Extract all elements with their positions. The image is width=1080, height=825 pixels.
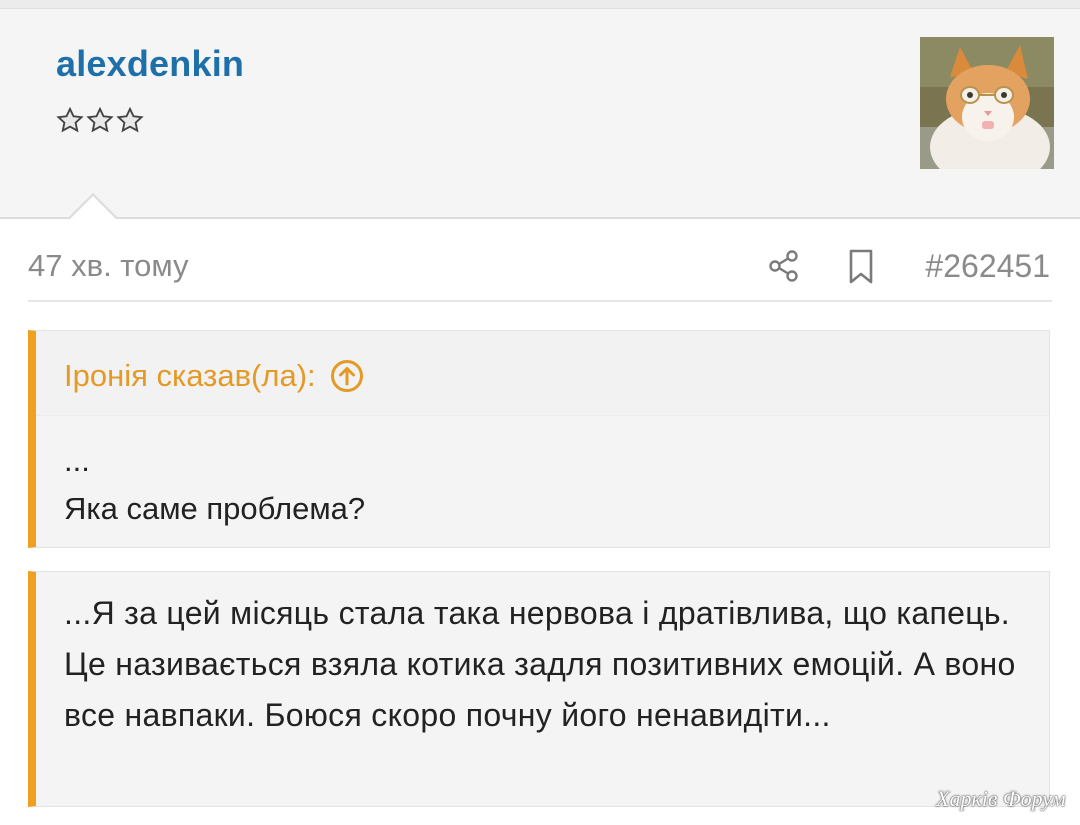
message-block: ...Я за цей місяць стала така нервова і … xyxy=(28,571,1050,807)
post-meta-row: 47 хв. тому #262451 xyxy=(28,238,1052,302)
bookmark-icon xyxy=(849,249,873,284)
post-number-link[interactable]: #262451 xyxy=(925,248,1050,285)
star-icon xyxy=(116,107,144,133)
user-rank-stars xyxy=(56,107,144,133)
header-pointer-fill xyxy=(69,196,117,220)
top-bar xyxy=(0,0,1080,9)
arrow-up-circle-icon[interactable] xyxy=(330,359,364,393)
share-button[interactable] xyxy=(766,248,802,284)
username-link[interactable]: alexdenkin xyxy=(56,43,244,85)
message-text: ...Я за цей місяць стала така нервова і … xyxy=(64,595,1016,733)
star-icon xyxy=(56,107,84,133)
cat-avatar-image xyxy=(920,37,1054,169)
post-timestamp[interactable]: 47 хв. тому xyxy=(28,248,189,284)
quote-text: ... Яка саме проблема? xyxy=(64,437,365,533)
quote-author-link[interactable]: Іронія сказав(ла): xyxy=(64,358,364,394)
forum-watermark: Харків Форум xyxy=(936,786,1066,811)
star-icon xyxy=(86,107,114,133)
quote-block: Іронія сказав(ла): ... Яка саме проблема… xyxy=(28,330,1050,548)
bookmark-button[interactable] xyxy=(846,248,876,286)
avatar[interactable] xyxy=(920,37,1054,169)
post-user-header: alexdenkin xyxy=(0,9,1080,219)
quote-line: ... xyxy=(64,443,90,478)
quote-header: Іронія сказав(ла): xyxy=(36,331,1049,416)
quote-line: Яка саме проблема? xyxy=(64,491,366,526)
quote-author-label: Іронія сказав(ла): xyxy=(64,358,316,393)
share-icon xyxy=(769,250,798,282)
